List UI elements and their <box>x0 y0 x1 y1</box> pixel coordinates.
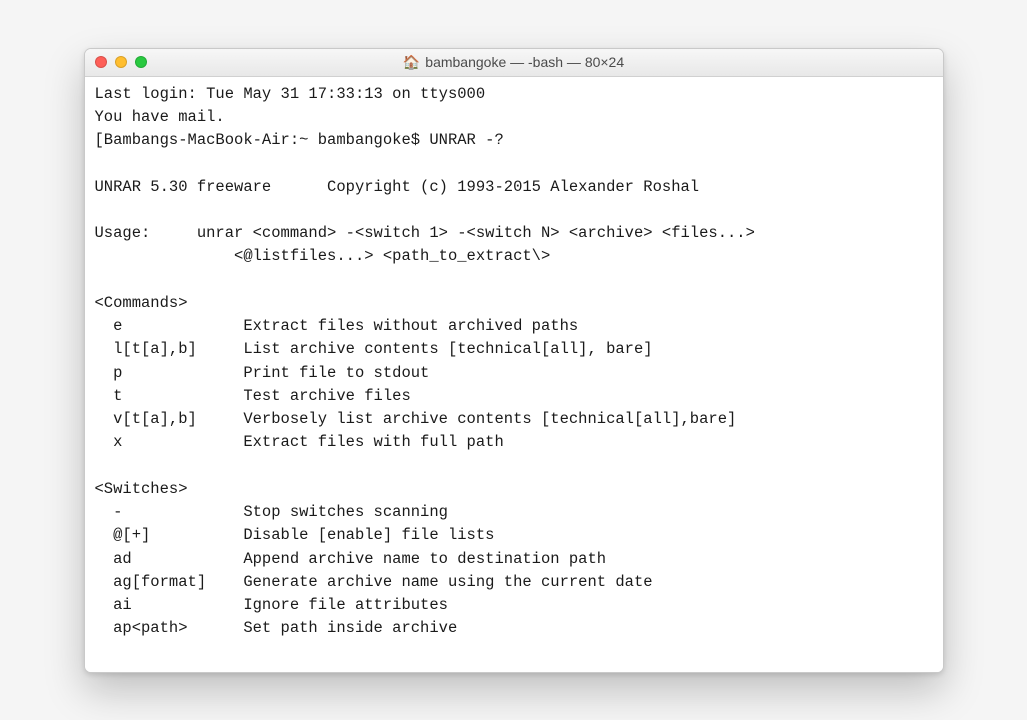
window-title: 🏠 bambangoke — -bash — 80×24 <box>85 54 943 70</box>
minimize-icon[interactable] <box>115 56 127 68</box>
title-suffix: — -bash — 80×24 <box>506 54 624 70</box>
home-icon: 🏠 <box>403 55 420 69</box>
window-title-text: bambangoke — -bash — 80×24 <box>425 54 624 70</box>
title-user: bambangoke <box>425 54 506 70</box>
close-icon[interactable] <box>95 56 107 68</box>
traffic-lights <box>95 56 147 68</box>
terminal-window: 🏠 bambangoke — -bash — 80×24 Last login:… <box>84 48 944 673</box>
window-titlebar[interactable]: 🏠 bambangoke — -bash — 80×24 <box>85 49 943 77</box>
terminal-content[interactable]: Last login: Tue May 31 17:33:13 on ttys0… <box>85 77 943 672</box>
maximize-icon[interactable] <box>135 56 147 68</box>
